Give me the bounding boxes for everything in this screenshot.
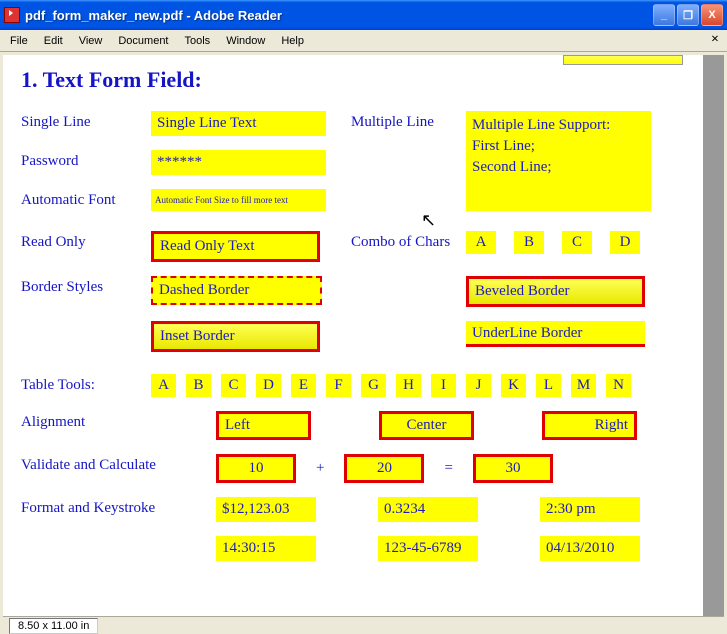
label-combo-chars: Combo of Chars: [351, 231, 466, 251]
table-cell[interactable]: L: [536, 374, 561, 397]
label-single-line: Single Line: [21, 111, 151, 131]
field-calc-a[interactable]: 10: [216, 454, 296, 483]
field-ssn[interactable]: 123-45-6789: [378, 536, 478, 561]
table-tools-row: A B C D E F G H I J K L M N: [151, 374, 631, 397]
spacer: [351, 321, 466, 324]
table-cell[interactable]: I: [431, 374, 456, 397]
label-password: Password: [21, 150, 151, 170]
combo-char-cell[interactable]: A: [466, 231, 496, 254]
field-calc-b[interactable]: 20: [344, 454, 424, 483]
table-cell[interactable]: F: [326, 374, 351, 397]
label-table-tools: Table Tools:: [21, 374, 151, 394]
label-automatic-font: Automatic Font: [21, 189, 151, 209]
content-frame: 1. Text Form Field: Single Line Single L…: [0, 52, 727, 634]
label-format-keystroke: Format and Keystroke: [21, 497, 216, 517]
field-currency[interactable]: $12,123.03: [216, 497, 316, 522]
table-cell[interactable]: J: [466, 374, 491, 397]
field-password[interactable]: ******: [151, 150, 326, 175]
table-cell[interactable]: D: [256, 374, 281, 397]
document-viewport[interactable]: 1. Text Form Field: Single Line Single L…: [3, 55, 724, 616]
table-cell[interactable]: A: [151, 374, 176, 397]
table-cell[interactable]: K: [501, 374, 526, 397]
status-page-size: 8.50 x 11.00 in: [9, 618, 98, 634]
field-read-only: Read Only Text: [151, 231, 320, 262]
field-underline-border[interactable]: UnderLine Border: [466, 321, 645, 347]
window-title: pdf_form_maker_new.pdf - Adobe Reader: [25, 8, 653, 23]
calc-operator-equals: =: [444, 460, 452, 477]
app-window: pdf_form_maker_new.pdf - Adobe Reader _ …: [0, 0, 727, 634]
menu-window[interactable]: Window: [218, 33, 273, 49]
label-border-styles: Border Styles: [21, 276, 151, 296]
field-beveled-border[interactable]: Beveled Border: [466, 276, 645, 307]
mdi-close-icon[interactable]: ×: [711, 32, 719, 48]
field-calc-result[interactable]: 30: [473, 454, 553, 483]
field-align-left[interactable]: Left: [216, 411, 311, 440]
field-align-right[interactable]: Right: [542, 411, 637, 440]
menu-edit[interactable]: Edit: [36, 33, 71, 49]
menu-help[interactable]: Help: [273, 33, 312, 49]
field-single-line[interactable]: Single Line Text: [151, 111, 326, 136]
combo-char-cell[interactable]: D: [610, 231, 640, 254]
table-cell[interactable]: C: [221, 374, 246, 397]
field-time24[interactable]: 14:30:15: [216, 536, 316, 561]
titlebar[interactable]: pdf_form_maker_new.pdf - Adobe Reader _ …: [0, 0, 727, 30]
field-automatic-font[interactable]: Automatic Font Size to fill more text: [151, 189, 326, 211]
field-align-center[interactable]: Center: [379, 411, 474, 440]
spacer: [21, 321, 151, 324]
calc-operator-plus: +: [316, 460, 324, 477]
field-combo-chars[interactable]: A B C D: [466, 231, 640, 254]
pdf-page: 1. Text Form Field: Single Line Single L…: [3, 55, 703, 616]
menu-file[interactable]: File: [2, 33, 36, 49]
table-cell[interactable]: M: [571, 374, 596, 397]
table-cell[interactable]: B: [186, 374, 211, 397]
spacer: [351, 276, 466, 279]
section-heading: 1. Text Form Field:: [21, 67, 685, 93]
field-date[interactable]: 04/13/2010: [540, 536, 640, 561]
table-cell[interactable]: G: [361, 374, 386, 397]
field-time12[interactable]: 2:30 pm: [540, 497, 640, 522]
combo-char-cell[interactable]: C: [562, 231, 592, 254]
table-cell[interactable]: H: [396, 374, 421, 397]
field-decimal[interactable]: 0.3234: [378, 497, 478, 522]
menubar: File Edit View Document Tools Window Hel…: [0, 30, 727, 52]
field-dashed-border[interactable]: Dashed Border: [151, 276, 322, 305]
menu-document[interactable]: Document: [110, 33, 176, 49]
table-cell[interactable]: E: [291, 374, 316, 397]
close-button[interactable]: X: [701, 4, 723, 26]
menu-tools[interactable]: Tools: [177, 33, 219, 49]
label-multiple-line: Multiple Line: [351, 111, 466, 131]
menu-view[interactable]: View: [71, 33, 111, 49]
label-read-only: Read Only: [21, 231, 151, 251]
maximize-button[interactable]: ❐: [677, 4, 699, 26]
minimize-button[interactable]: _: [653, 4, 675, 26]
spacer: [21, 536, 216, 539]
field-multiple-line[interactable]: Multiple Line Support: First Line; Secon…: [466, 111, 651, 211]
label-alignment: Alignment: [21, 411, 216, 431]
statusbar: 8.50 x 11.00 in: [3, 616, 724, 634]
app-icon: [4, 7, 20, 23]
highlight-button-stub[interactable]: [563, 55, 683, 65]
combo-char-cell[interactable]: B: [514, 231, 544, 254]
field-inset-border[interactable]: Inset Border: [151, 321, 320, 352]
table-cell[interactable]: N: [606, 374, 631, 397]
label-validate-calculate: Validate and Calculate: [21, 454, 216, 474]
